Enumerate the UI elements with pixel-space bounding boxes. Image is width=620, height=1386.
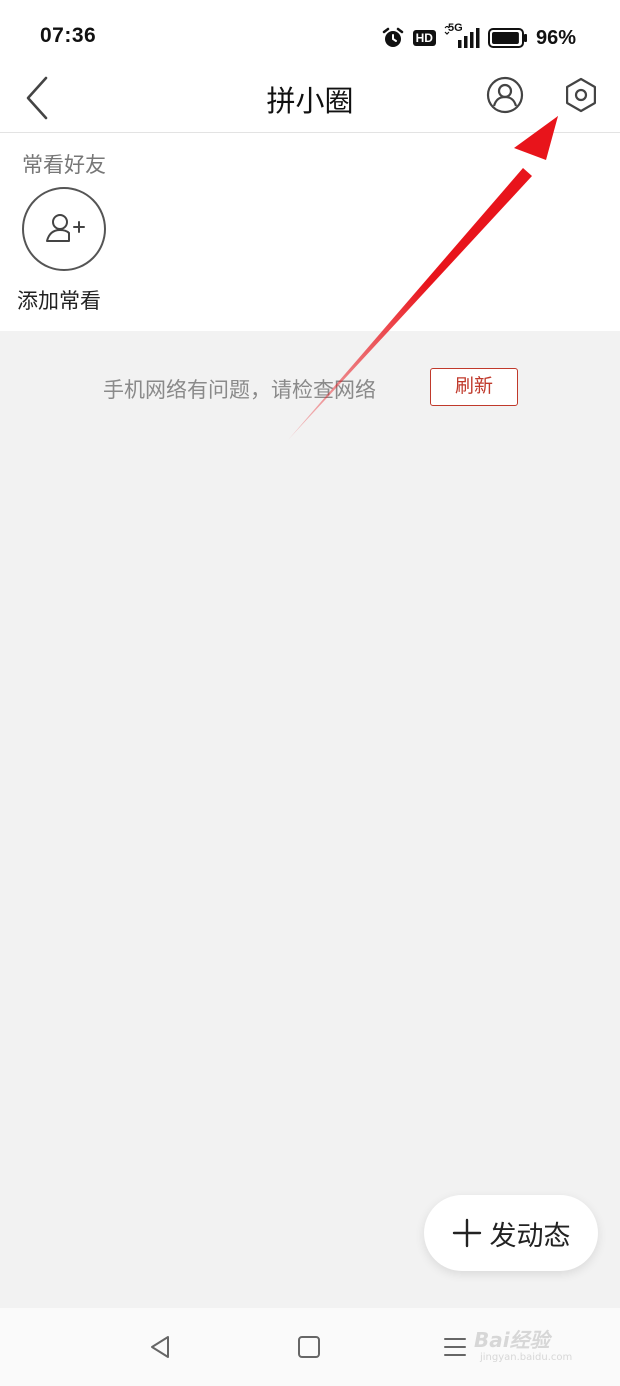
refresh-button[interactable]: 刷新: [430, 368, 518, 406]
menu-lines-icon: [444, 1338, 466, 1356]
friends-section: 常看好友 添加常看: [0, 133, 620, 331]
square-home-icon: [298, 1336, 320, 1358]
signal-icon: 5G: [444, 22, 480, 50]
page-title: 拼小圈: [266, 84, 354, 118]
network-error-message: 手机网络有问题，请检查网络: [103, 378, 376, 402]
profile-button[interactable]: [484, 74, 526, 116]
system-menu-button[interactable]: [440, 1332, 470, 1362]
battery-icon: [487, 28, 527, 48]
gear-icon: [566, 77, 596, 113]
plus-icon: [452, 1218, 481, 1248]
triangle-back-icon: [151, 1336, 169, 1358]
header-bar: 拼小圈: [0, 68, 620, 133]
battery-percent: 96%: [535, 26, 576, 49]
watermark-sub: jingyan.baidu.com: [480, 1352, 573, 1363]
post-button[interactable]: 发动态: [424, 1195, 598, 1271]
hd-label: HD: [415, 31, 433, 45]
section-title: 常看好友: [22, 153, 106, 177]
baidu-watermark: Bai经验 jingyan.baidu.com: [474, 1318, 594, 1378]
settings-button[interactable]: [560, 74, 602, 116]
system-home-button[interactable]: [294, 1332, 324, 1362]
system-back-button[interactable]: [146, 1332, 176, 1362]
status-icons: HD 5G 96%: [381, 22, 576, 52]
watermark-text: Bai经验: [474, 1328, 550, 1352]
status-bar: 07:36 HD 5G 96%: [0, 0, 620, 68]
hd-icon: HD: [412, 30, 436, 46]
alarm-icon: [382, 27, 403, 47]
status-time: 07:36: [40, 24, 97, 47]
add-friend-button[interactable]: [22, 187, 106, 271]
user-plus-icon: [46, 214, 85, 242]
user-circle-icon: [486, 76, 524, 114]
add-friend-label: 添加常看: [17, 289, 101, 313]
post-label: 发动态: [489, 1220, 571, 1252]
